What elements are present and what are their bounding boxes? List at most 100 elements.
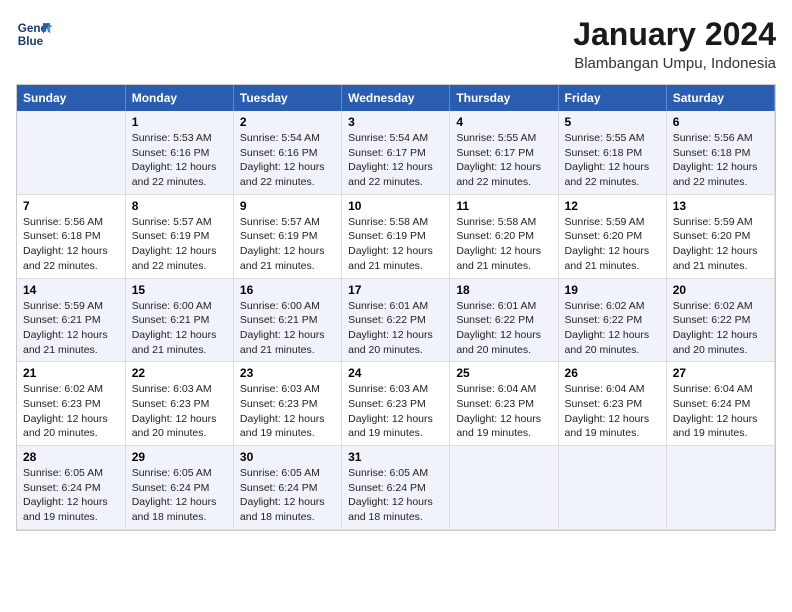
day-info: Sunrise: 6:02 AM Sunset: 6:23 PM Dayligh… (23, 382, 119, 441)
table-cell: 10 Sunrise: 5:58 AM Sunset: 6:19 PM Dayli… (342, 194, 450, 278)
day-number: 21 (23, 366, 119, 380)
header-saturday: Saturday (666, 85, 774, 111)
table-cell: 13Sunrise: 5:59 AM Sunset: 6:20 PM Dayli… (666, 194, 774, 278)
day-info: Sunrise: 5:56 AM Sunset: 6:18 PM Dayligh… (23, 215, 119, 274)
day-info: Sunrise: 6:01 AM Sunset: 6:22 PM Dayligh… (456, 299, 551, 358)
day-info: Sunrise: 5:57 AM Sunset: 6:19 PM Dayligh… (240, 215, 335, 274)
day-info: Sunrise: 6:03 AM Sunset: 6:23 PM Dayligh… (348, 382, 443, 441)
logo: General Blue (16, 16, 52, 52)
day-number: 30 (240, 450, 335, 464)
table-cell: 27 Sunrise: 6:04 AM Sunset: 6:24 PM Dayli… (666, 362, 774, 446)
header-row: Sunday Monday Tuesday Wednesday Thursday… (17, 85, 775, 111)
day-info: Sunrise: 6:05 AM Sunset: 6:24 PM Dayligh… (132, 466, 227, 525)
day-number: 17 (348, 283, 443, 297)
day-number: 23 (240, 366, 335, 380)
day-number: 31 (348, 450, 443, 464)
table-cell: 28 Sunrise: 6:05 AM Sunset: 6:24 PM Dayli… (17, 446, 125, 530)
day-info: Sunrise: 6:03 AM Sunset: 6:23 PM Dayligh… (132, 382, 227, 441)
table-cell: 1 Sunrise: 5:53 AM Sunset: 6:16 PM Daylig… (125, 111, 233, 194)
day-info: Sunrise: 6:05 AM Sunset: 6:24 PM Dayligh… (23, 466, 119, 525)
day-number: 3 (348, 115, 443, 129)
day-info: Sunrise: 6:02 AM Sunset: 6:22 PM Dayligh… (673, 299, 768, 358)
table-cell: 8 Sunrise: 5:57 AM Sunset: 6:19 PM Daylig… (125, 194, 233, 278)
day-number: 27 (673, 366, 768, 380)
day-number: 16 (240, 283, 335, 297)
day-number: 9 (240, 199, 335, 213)
main-title: January 2024 (573, 16, 776, 53)
table-cell: 23Sunrise: 6:03 AM Sunset: 6:23 PM Dayli… (233, 362, 341, 446)
day-info: Sunrise: 5:55 AM Sunset: 6:18 PM Dayligh… (565, 131, 660, 190)
table-cell: 11 Sunrise: 5:58 AM Sunset: 6:20 PM Dayli… (450, 194, 558, 278)
day-info: Sunrise: 5:57 AM Sunset: 6:19 PM Dayligh… (132, 215, 227, 274)
table-cell: 3 Sunrise: 5:54 AM Sunset: 6:17 PM Daylig… (342, 111, 450, 194)
day-info: Sunrise: 5:58 AM Sunset: 6:20 PM Dayligh… (456, 215, 551, 274)
header-thursday: Thursday (450, 85, 558, 111)
day-number: 15 (132, 283, 227, 297)
day-info: Sunrise: 5:53 AM Sunset: 6:16 PM Dayligh… (132, 131, 227, 190)
day-info: Sunrise: 6:05 AM Sunset: 6:24 PM Dayligh… (240, 466, 335, 525)
day-info: Sunrise: 6:01 AM Sunset: 6:22 PM Dayligh… (348, 299, 443, 358)
table-cell: 20 Sunrise: 6:02 AM Sunset: 6:22 PM Dayli… (666, 278, 774, 362)
day-number: 14 (23, 283, 119, 297)
table-cell (17, 111, 125, 194)
day-info: Sunrise: 6:02 AM Sunset: 6:22 PM Dayligh… (565, 299, 660, 358)
day-number: 4 (456, 115, 551, 129)
day-number: 28 (23, 450, 119, 464)
table-cell: 4Sunrise: 5:55 AM Sunset: 6:17 PM Daylig… (450, 111, 558, 194)
table-cell: 30 Sunrise: 6:05 AM Sunset: 6:24 PM Dayli… (233, 446, 341, 530)
day-info: Sunrise: 6:05 AM Sunset: 6:24 PM Dayligh… (348, 466, 443, 525)
table-cell: 17 Sunrise: 6:01 AM Sunset: 6:22 PM Dayli… (342, 278, 450, 362)
table-cell: 2Sunrise: 5:54 AM Sunset: 6:16 PM Daylig… (233, 111, 341, 194)
table-cell: 5 Sunrise: 5:55 AM Sunset: 6:18 PM Daylig… (558, 111, 666, 194)
day-info: Sunrise: 6:04 AM Sunset: 6:23 PM Dayligh… (456, 382, 551, 441)
week-row-3: 14 Sunrise: 5:59 AM Sunset: 6:21 PM Dayli… (17, 278, 775, 362)
day-number: 13 (673, 199, 768, 213)
day-number: 26 (565, 366, 660, 380)
day-number: 11 (456, 199, 551, 213)
table-cell: 29Sunrise: 6:05 AM Sunset: 6:24 PM Dayli… (125, 446, 233, 530)
page-header: General Blue January 2024 Blambangan Ump… (16, 16, 776, 72)
day-info: Sunrise: 5:58 AM Sunset: 6:19 PM Dayligh… (348, 215, 443, 274)
header-sunday: Sunday (17, 85, 125, 111)
week-row-2: 7 Sunrise: 5:56 AM Sunset: 6:18 PM Daylig… (17, 194, 775, 278)
day-number: 19 (565, 283, 660, 297)
day-info: Sunrise: 6:00 AM Sunset: 6:21 PM Dayligh… (240, 299, 335, 358)
table-cell: 24 Sunrise: 6:03 AM Sunset: 6:23 PM Dayli… (342, 362, 450, 446)
day-info: Sunrise: 5:59 AM Sunset: 6:20 PM Dayligh… (565, 215, 660, 274)
day-number: 20 (673, 283, 768, 297)
day-number: 22 (132, 366, 227, 380)
table-cell: 9 Sunrise: 5:57 AM Sunset: 6:19 PM Daylig… (233, 194, 341, 278)
day-number: 8 (132, 199, 227, 213)
logo-icon: General Blue (16, 16, 52, 52)
table-cell: 26Sunrise: 6:04 AM Sunset: 6:23 PM Dayli… (558, 362, 666, 446)
table-cell: 15 Sunrise: 6:00 AM Sunset: 6:21 PM Dayli… (125, 278, 233, 362)
table-cell: 31 Sunrise: 6:05 AM Sunset: 6:24 PM Dayli… (342, 446, 450, 530)
table-cell (558, 446, 666, 530)
header-tuesday: Tuesday (233, 85, 341, 111)
day-info: Sunrise: 5:56 AM Sunset: 6:18 PM Dayligh… (673, 131, 768, 190)
day-number: 24 (348, 366, 443, 380)
table-cell: 12 Sunrise: 5:59 AM Sunset: 6:20 PM Dayli… (558, 194, 666, 278)
table-cell (666, 446, 774, 530)
day-number: 10 (348, 199, 443, 213)
table-cell: 6Sunrise: 5:56 AM Sunset: 6:18 PM Daylig… (666, 111, 774, 194)
day-number: 1 (132, 115, 227, 129)
week-row-5: 28 Sunrise: 6:05 AM Sunset: 6:24 PM Dayli… (17, 446, 775, 530)
day-info: Sunrise: 6:00 AM Sunset: 6:21 PM Dayligh… (132, 299, 227, 358)
day-info: Sunrise: 5:59 AM Sunset: 6:21 PM Dayligh… (23, 299, 119, 358)
day-number: 12 (565, 199, 660, 213)
day-info: Sunrise: 5:54 AM Sunset: 6:17 PM Dayligh… (348, 131, 443, 190)
header-wednesday: Wednesday (342, 85, 450, 111)
title-block: January 2024 Blambangan Umpu, Indonesia (573, 16, 776, 72)
day-number: 5 (565, 115, 660, 129)
week-row-1: 1 Sunrise: 5:53 AM Sunset: 6:16 PM Daylig… (17, 111, 775, 194)
day-number: 7 (23, 199, 119, 213)
calendar-table: Sunday Monday Tuesday Wednesday Thursday… (17, 85, 775, 530)
subtitle: Blambangan Umpu, Indonesia (573, 55, 776, 72)
table-cell: 7 Sunrise: 5:56 AM Sunset: 6:18 PM Daylig… (17, 194, 125, 278)
header-friday: Friday (558, 85, 666, 111)
week-row-4: 21 Sunrise: 6:02 AM Sunset: 6:23 PM Dayli… (17, 362, 775, 446)
day-number: 18 (456, 283, 551, 297)
svg-text:Blue: Blue (18, 35, 44, 48)
day-info: Sunrise: 6:04 AM Sunset: 6:24 PM Dayligh… (673, 382, 768, 441)
